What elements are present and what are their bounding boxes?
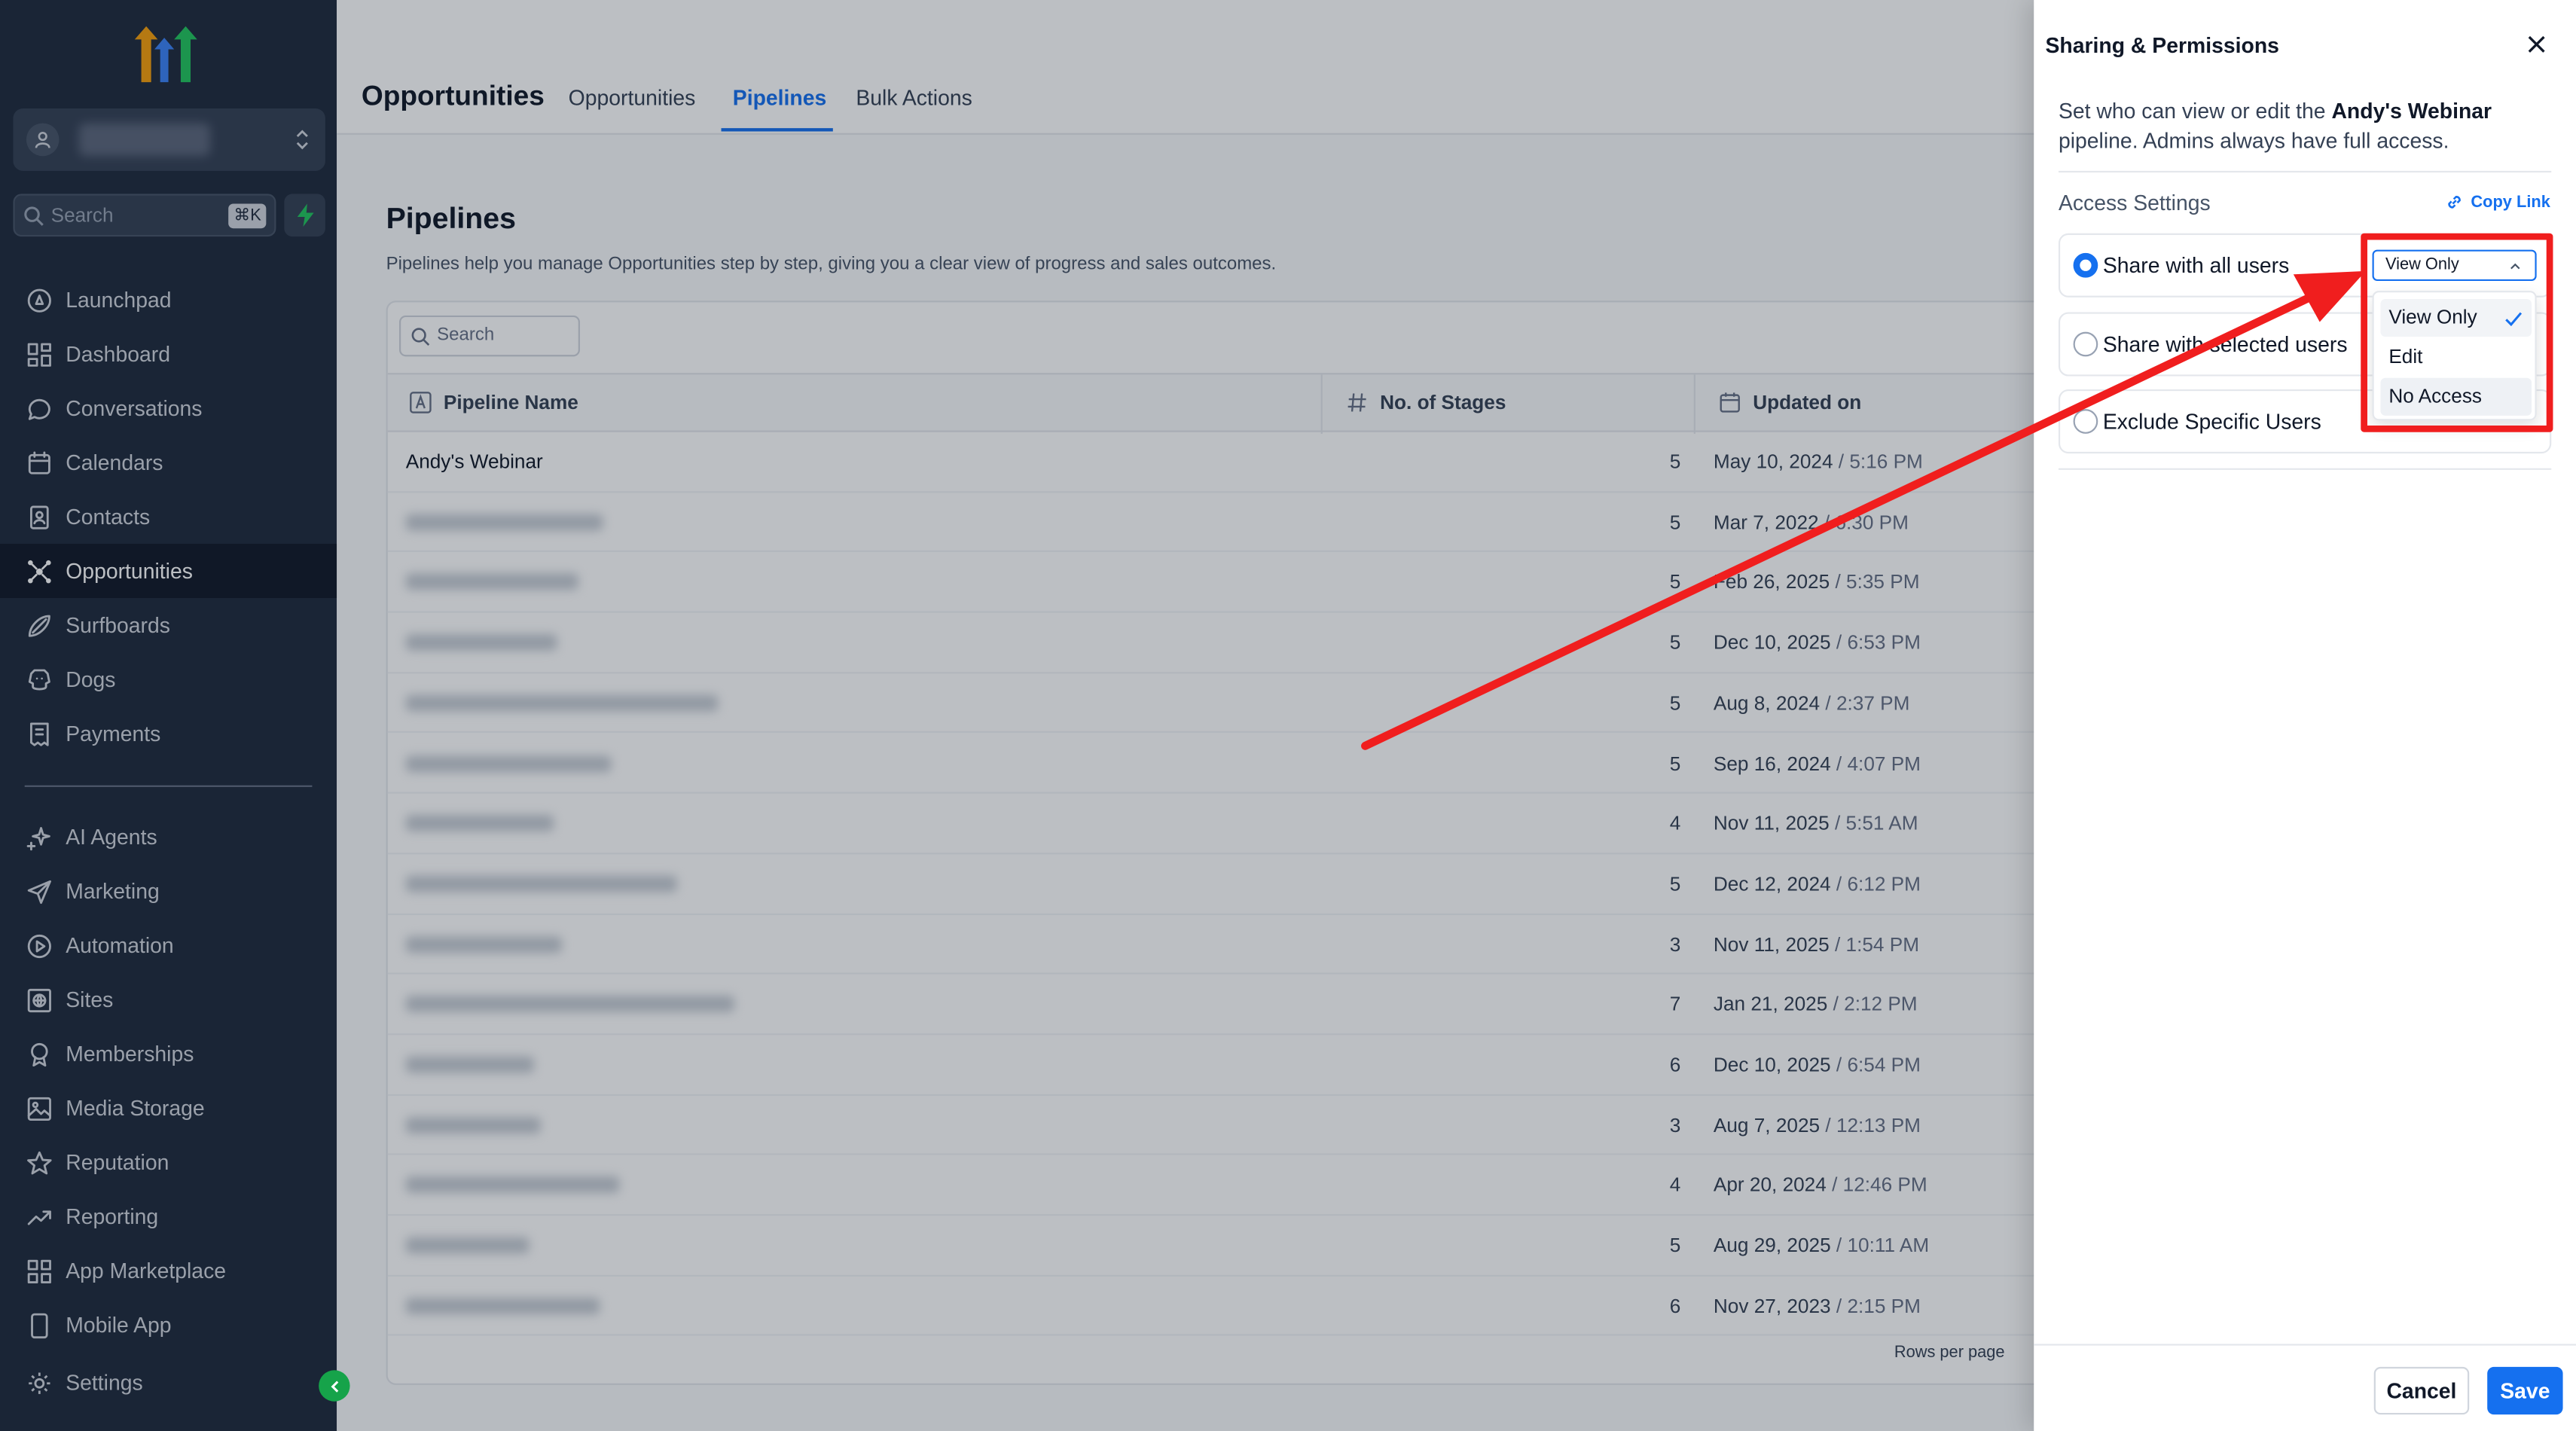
copy-link-button[interactable]: Copy Link	[2445, 192, 2550, 212]
description-text: pipeline. Admins always have full access…	[2058, 128, 2449, 153]
pipeline-name: Andy's Webinar	[2331, 98, 2492, 124]
option-label: Share with selected users	[2102, 331, 2348, 357]
sidebar-collapse-button[interactable]	[319, 1370, 350, 1402]
option-label: Share with all users	[2102, 252, 2290, 278]
divider	[2058, 170, 2552, 173]
access-settings-label: Access Settings	[2058, 191, 2211, 215]
copy-link-label: Copy Link	[2471, 193, 2550, 212]
annotation-highlight-box	[2361, 233, 2553, 432]
footer-divider	[2034, 1344, 2576, 1346]
radio-unselected[interactable]	[2073, 409, 2098, 434]
sharing-permissions-drawer: Sharing & Permissions Set who can view o…	[2034, 0, 2576, 1431]
option-label: Exclude Specific Users	[2102, 409, 2321, 434]
chevron-left-icon	[330, 1380, 338, 1392]
radio-unselected[interactable]	[2073, 331, 2098, 357]
link-icon	[2448, 196, 2461, 209]
divider	[2058, 468, 2552, 470]
description-text: Set who can view or edit the	[2058, 98, 2332, 124]
save-button[interactable]: Save	[2487, 1366, 2563, 1415]
drawer-description: Set who can view or edit the Andy's Webi…	[2059, 97, 2551, 157]
radio-selected[interactable]	[2073, 252, 2098, 278]
cancel-button[interactable]: Cancel	[2373, 1366, 2470, 1415]
drawer-title: Sharing & Permissions	[2045, 32, 2279, 58]
close-icon[interactable]	[2525, 33, 2548, 56]
